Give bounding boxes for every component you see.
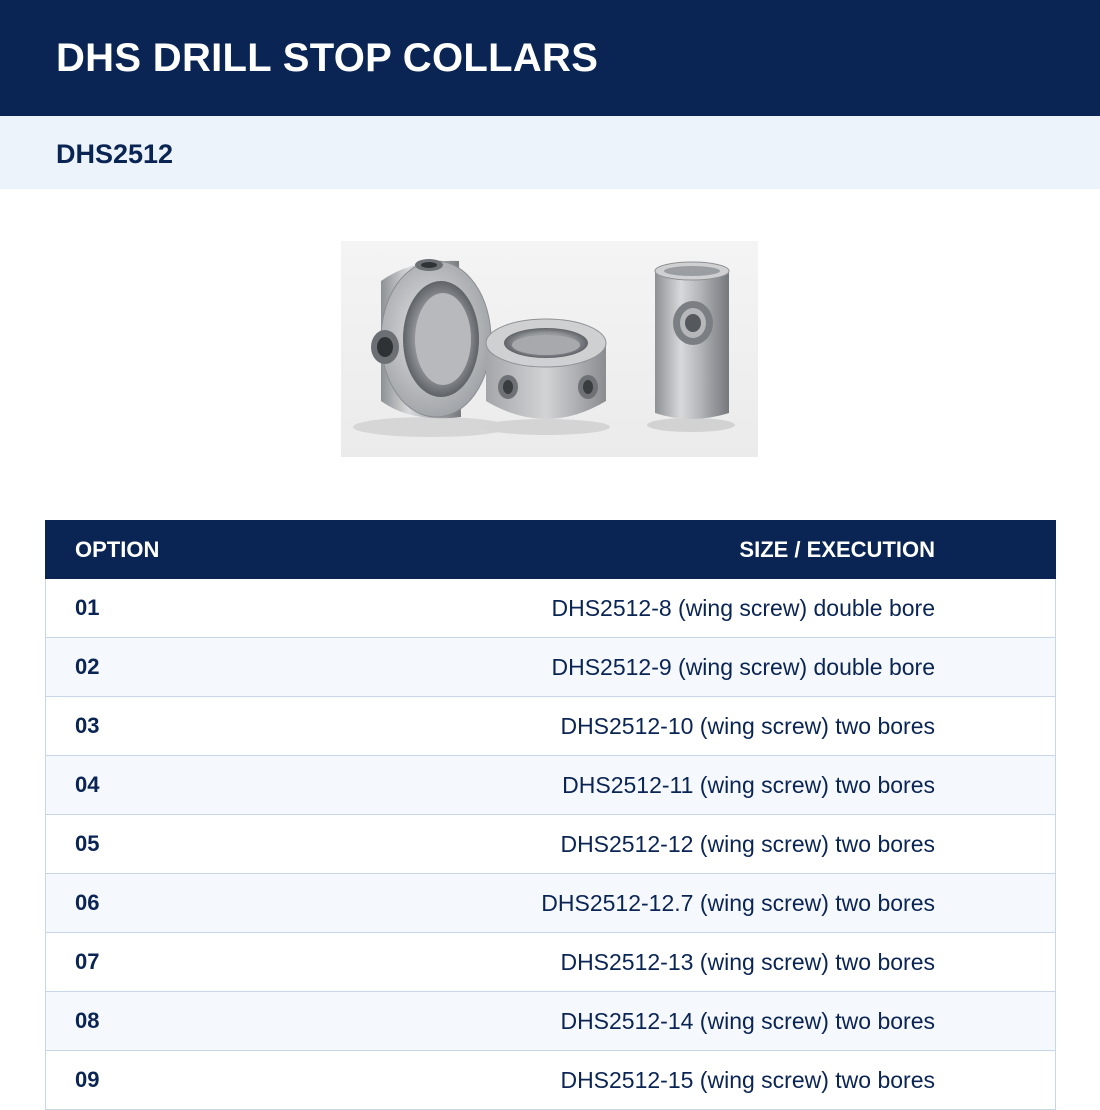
page-title: DHS DRILL STOP COLLARS bbox=[56, 36, 599, 80]
table-header: OPTION SIZE / EXECUTION bbox=[45, 520, 1056, 579]
column-header-option: OPTION bbox=[75, 537, 160, 562]
size-cell: DHS2512-9 (wing screw) double bore bbox=[551, 654, 935, 680]
table-row: 01 DHS2512-8 (wing screw) double bore bbox=[45, 579, 1056, 638]
option-cell: 03 bbox=[75, 713, 100, 738]
option-cell: 06 bbox=[75, 890, 100, 915]
table-row: 04 DHS2512-11 (wing screw) two bores bbox=[45, 756, 1056, 815]
collar-right bbox=[647, 261, 735, 432]
product-image bbox=[341, 241, 758, 457]
table-row: 09 DHS2512-15 (wing screw) two bores bbox=[45, 1051, 1056, 1110]
table-row: 05 DHS2512-12 (wing screw) two bores bbox=[45, 815, 1056, 874]
table-row: 06 DHS2512-12.7 (wing screw) two bores bbox=[45, 874, 1056, 933]
size-cell: DHS2512-15 (wing screw) two bores bbox=[560, 1067, 935, 1093]
table-row: 07 DHS2512-13 (wing screw) two bores bbox=[45, 933, 1056, 992]
size-cell: DHS2512-12 (wing screw) two bores bbox=[560, 831, 935, 857]
size-cell: DHS2512-10 (wing screw) two bores bbox=[560, 713, 935, 739]
collar-middle bbox=[482, 318, 610, 435]
option-cell: 02 bbox=[75, 654, 100, 679]
size-cell: DHS2512-12.7 (wing screw) two bores bbox=[541, 890, 935, 916]
size-cell: DHS2512-14 (wing screw) two bores bbox=[560, 1008, 935, 1034]
option-cell: 08 bbox=[75, 1008, 100, 1033]
options-table: OPTION SIZE / EXECUTION 01 DHS2512-8 (wi… bbox=[45, 520, 1056, 1110]
table-row: 02 DHS2512-9 (wing screw) double bore bbox=[45, 638, 1056, 697]
option-cell: 04 bbox=[75, 772, 100, 797]
option-cell: 09 bbox=[75, 1067, 100, 1092]
collar-left bbox=[353, 259, 509, 437]
option-cell: 01 bbox=[75, 595, 100, 620]
size-cell: DHS2512-11 (wing screw) two bores bbox=[562, 772, 935, 798]
table-row: 03 DHS2512-10 (wing screw) two bores bbox=[45, 697, 1056, 756]
product-code-band: DHS2512 bbox=[0, 116, 1100, 189]
product-code: DHS2512 bbox=[56, 139, 174, 169]
size-cell: DHS2512-13 (wing screw) two bores bbox=[560, 949, 935, 975]
size-cell: DHS2512-8 (wing screw) double bore bbox=[551, 595, 935, 621]
option-cell: 07 bbox=[75, 949, 100, 974]
table-row: 08 DHS2512-14 (wing screw) two bores bbox=[45, 992, 1056, 1051]
page-header: DHS DRILL STOP COLLARS bbox=[0, 0, 1100, 116]
column-header-size: SIZE / EXECUTION bbox=[739, 537, 935, 562]
option-cell: 05 bbox=[75, 831, 100, 856]
